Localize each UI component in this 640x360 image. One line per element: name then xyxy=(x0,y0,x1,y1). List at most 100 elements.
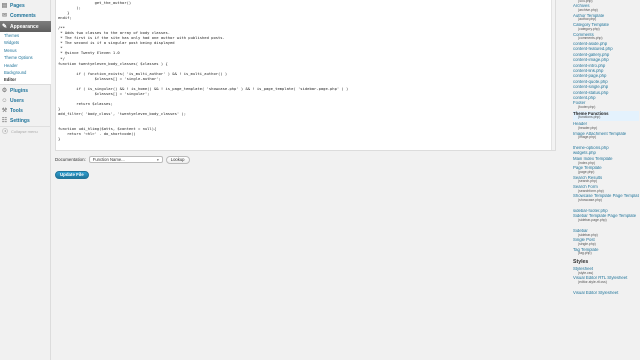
documentation-label: Documentation: xyxy=(55,157,86,162)
tools-icon: ⚒ xyxy=(1,108,8,114)
file-link-label: content-featured.php xyxy=(573,47,613,52)
file-name: (sidebar.php) xyxy=(578,232,598,237)
submenu-theme-options[interactable]: Theme Options xyxy=(0,54,51,61)
file-name: (header.php) xyxy=(578,125,598,130)
submenu-widgets[interactable]: Widgets xyxy=(0,39,51,46)
file-link-label: content-link.php xyxy=(573,68,604,73)
editor-scrollbar[interactable] xyxy=(551,0,555,150)
file-name: (tag.php) xyxy=(578,251,592,256)
submenu-header[interactable]: Header xyxy=(0,62,51,69)
file-name: (category.php) xyxy=(578,26,600,31)
submenu-editor[interactable]: Editor xyxy=(0,76,51,83)
submenu-menus[interactable]: Menus xyxy=(0,47,51,54)
file-link[interactable]: Image Attachment Template (image.php) xyxy=(573,132,639,141)
submenu-background[interactable]: Background xyxy=(0,69,51,76)
menu-settings-label: Settings xyxy=(10,117,30,124)
chevron-down-icon: ▾ xyxy=(157,157,159,162)
admin-sidebar: ▤ Pages ✉ Comments ✎ Appearance Themes W… xyxy=(0,0,51,360)
menu-tools-label: Tools xyxy=(10,107,23,114)
file-name: (functions.php) xyxy=(578,115,601,120)
file-link[interactable]: widgets.php xyxy=(573,151,639,156)
code-textarea[interactable]: get_the_author() ); } endif;/** * Adds tw… xyxy=(58,0,553,141)
file-link[interactable]: Visual Editor Stylesheet xyxy=(573,291,639,296)
file-link-label: sidebar-footer.php xyxy=(573,208,608,213)
file-link[interactable]: Author Template (author.php) xyxy=(573,14,639,23)
file-name: (image.php) xyxy=(578,135,597,140)
settings-icon: ☷ xyxy=(1,118,8,124)
menu-plugins-label: Plugins xyxy=(10,87,29,94)
submenu-themes[interactable]: Themes xyxy=(0,32,51,39)
file-link-active[interactable]: Theme Functions (functions.php) xyxy=(573,110,639,122)
file-link[interactable]: Category Template (category.php) xyxy=(573,23,639,32)
file-link[interactable]: content-page.php xyxy=(573,74,639,79)
file-link-label: content.php xyxy=(573,95,596,100)
file-link[interactable]: content-single.php xyxy=(573,85,639,90)
file-link[interactable]: Header (header.php) xyxy=(573,122,639,131)
menu-pages-label: Pages xyxy=(10,2,25,9)
file-name: (index.php) xyxy=(578,160,595,165)
file-link[interactable]: Main Index Template (index.php) xyxy=(573,157,639,166)
file-name: (sidebar-page.php) xyxy=(578,218,607,223)
comments-icon: ✉ xyxy=(1,13,8,19)
file-link-label: content-image.php xyxy=(573,58,609,63)
menu-settings[interactable]: ☷ Settings xyxy=(0,115,51,126)
file-link-label: content-status.php xyxy=(573,90,609,95)
appearance-submenu: Themes Widgets Menus Theme Options Heade… xyxy=(0,32,51,85)
file-link[interactable]: Search Results (search.php) xyxy=(573,176,639,185)
file-link[interactable]: content-featured.php xyxy=(573,47,639,52)
theme-code-editor[interactable]: get_the_author() ); } endif;/** * Adds tw… xyxy=(55,0,556,151)
file-link[interactable]: Sidebar Template Page Template (sidebar-p… xyxy=(573,214,639,223)
file-link-label: theme-options.php xyxy=(573,146,609,150)
file-link[interactable]: Footer (footer.php) xyxy=(573,101,639,110)
file-link[interactable]: content.php xyxy=(573,96,639,101)
file-link[interactable]: content-quote.php xyxy=(573,80,639,85)
file-link[interactable]: Comments (comments.php) xyxy=(573,33,639,42)
menu-comments[interactable]: ✉ Comments xyxy=(0,10,51,21)
file-name: (editor-style-rtl.css) xyxy=(578,280,607,285)
file-link[interactable]: theme-options.php xyxy=(573,146,639,151)
file-link[interactable]: Single Post (single.php) xyxy=(573,238,639,247)
lookup-button[interactable]: Lookup xyxy=(165,155,190,164)
file-link[interactable]: Sidebar (sidebar.php) xyxy=(573,229,639,238)
file-name: (comments.php) xyxy=(578,36,603,41)
file-name: (showcase.php) xyxy=(578,198,602,203)
theme-file-list: (404.php) Archives (archive.php) Author Tem… xyxy=(571,0,640,360)
file-name: (searchform.php) xyxy=(578,188,604,193)
file-name: (404.php) xyxy=(578,0,593,3)
plugins-icon: ⚙ xyxy=(1,88,8,94)
file-link[interactable]: Tag Template (tag.php) xyxy=(573,248,639,257)
file-link[interactable]: content-image.php xyxy=(573,58,639,63)
menu-appearance[interactable]: ✎ Appearance xyxy=(0,21,51,32)
file-link[interactable]: (404.php) xyxy=(573,0,639,4)
documentation-row: Documentation: Function Name... ▾ Lookup xyxy=(55,155,190,164)
function-name-select[interactable]: Function Name... ▾ xyxy=(88,155,163,164)
file-name: (page.php) xyxy=(578,169,595,174)
menu-users-label: Users xyxy=(10,97,24,104)
file-link[interactable]: content-gallery.php xyxy=(573,53,639,58)
file-link-label: widgets.php xyxy=(573,151,596,156)
file-link[interactable]: Archives (archive.php) xyxy=(573,4,639,13)
file-link[interactable]: Showcase Template Page Template (showcase… xyxy=(573,194,639,203)
file-link-label: content-intro.php xyxy=(573,63,606,68)
collapse-menu[interactable]: ◂ Collapse menu xyxy=(0,127,51,135)
file-link[interactable]: content-aside.php xyxy=(573,42,639,47)
file-link[interactable]: Page Template (page.php) xyxy=(573,166,639,175)
file-link[interactable]: Visual Editor RTL Stylesheet (editor-styl… xyxy=(573,276,639,285)
file-link[interactable]: content-intro.php xyxy=(573,64,639,69)
users-icon: ☺ xyxy=(1,97,8,104)
file-link[interactable]: Stylesheet (style.css) xyxy=(573,267,639,276)
file-link-label: Visual Editor Stylesheet xyxy=(573,290,619,295)
code-line: } xyxy=(58,136,61,142)
file-link-label: content-aside.php xyxy=(573,41,608,46)
file-name: (style.css) xyxy=(578,270,594,275)
appearance-icon: ✎ xyxy=(1,24,8,30)
file-name: (archive.php) xyxy=(578,8,598,13)
menu-comments-label: Comments xyxy=(10,12,36,19)
menu-appearance-label: Appearance xyxy=(10,23,39,30)
file-link[interactable]: content-status.php xyxy=(573,91,639,96)
file-link[interactable]: sidebar-footer.php xyxy=(573,209,639,214)
file-link[interactable]: Search Form (searchform.php) xyxy=(573,185,639,194)
collapse-menu-label: Collapse menu xyxy=(11,128,38,134)
file-link[interactable]: content-link.php xyxy=(573,69,639,74)
update-file-button[interactable]: Update File xyxy=(55,171,89,179)
